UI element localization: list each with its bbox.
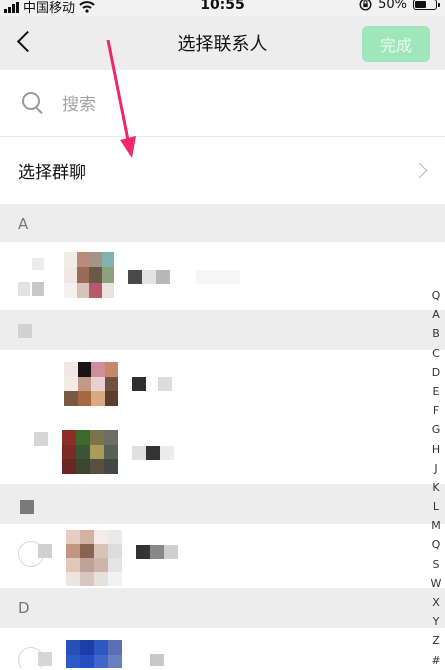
- avatar: [66, 530, 122, 586]
- index-letter[interactable]: #: [426, 651, 445, 670]
- orientation-lock-icon: [359, 0, 372, 11]
- index-letter[interactable]: S: [426, 555, 445, 574]
- pixelated-name: [128, 270, 142, 284]
- select-group-chat-row[interactable]: 选择群聊: [0, 137, 445, 204]
- section-letter: A: [18, 215, 29, 233]
- pixelated-name: [132, 446, 146, 460]
- pixelated-fragment: [18, 282, 30, 296]
- pixelated-fragment: [34, 432, 48, 446]
- avatar: [66, 640, 122, 668]
- index-letter[interactable]: F: [426, 401, 445, 420]
- status-bar: 中国移动 10:55 50%: [0, 0, 445, 16]
- pixelated-fragment: [38, 544, 52, 558]
- search-icon: [22, 92, 40, 110]
- index-letter[interactable]: Z: [426, 631, 445, 650]
- index-letter[interactable]: E: [426, 382, 445, 401]
- pixelated-name: [164, 545, 178, 559]
- pixelated-name: [132, 377, 146, 391]
- pixelated-name: [136, 545, 150, 559]
- index-letter[interactable]: X: [426, 593, 445, 612]
- index-letter[interactable]: M: [426, 516, 445, 535]
- contact-row[interactable]: [0, 414, 445, 484]
- index-letter[interactable]: L: [426, 497, 445, 516]
- index-letter[interactable]: B: [426, 324, 445, 343]
- index-letter[interactable]: C: [426, 344, 445, 363]
- chevron-right-icon: [411, 162, 428, 179]
- pixelated-name: [160, 446, 174, 460]
- index-letter[interactable]: W: [426, 574, 445, 593]
- index-letter[interactable]: D: [426, 363, 445, 382]
- nav-bar: 选择联系人 完成: [0, 16, 445, 70]
- pixelated-letter: [18, 324, 32, 338]
- search-bar[interactable]: 搜索: [0, 70, 445, 137]
- avatar: [64, 362, 118, 406]
- battery-icon: [413, 0, 440, 10]
- index-letter[interactable]: H: [426, 440, 445, 459]
- pixelated-name: [142, 270, 156, 284]
- index-letter[interactable]: G: [426, 420, 445, 439]
- pixelated-name: [196, 270, 240, 284]
- section-header-a: A: [0, 204, 445, 242]
- section-letter: D: [18, 599, 30, 617]
- contact-row[interactable]: [0, 350, 445, 414]
- pixelated-letter: [20, 500, 34, 514]
- section-header-pixelated: [0, 484, 445, 524]
- alphabet-index-bar[interactable]: Q A B C D E F G H J K L M Q S W X Y Z #: [426, 286, 445, 670]
- contact-row[interactable]: [0, 242, 445, 310]
- pixelated-name: [146, 446, 160, 460]
- index-letter[interactable]: J: [426, 459, 445, 478]
- done-button[interactable]: 完成: [362, 26, 430, 62]
- pixelated-name: [150, 545, 164, 559]
- index-letter[interactable]: Q: [426, 535, 445, 554]
- pixelated-name: [156, 270, 170, 284]
- pixelated-name: [150, 654, 164, 666]
- battery-percent: 50%: [378, 0, 407, 12]
- avatar: [64, 252, 114, 298]
- status-right: 50%: [359, 0, 440, 12]
- contact-row[interactable]: [0, 524, 445, 588]
- select-group-chat-label: 选择群聊: [18, 163, 86, 183]
- pixelated-fragment: [32, 258, 44, 270]
- search-placeholder[interactable]: 搜索: [62, 90, 96, 115]
- index-letter[interactable]: A: [426, 305, 445, 324]
- index-letter[interactable]: Y: [426, 612, 445, 631]
- avatar: [62, 430, 118, 474]
- contact-row[interactable]: [0, 628, 445, 668]
- section-header-d: D: [0, 588, 445, 628]
- pixelated-name: [158, 377, 172, 391]
- pixelated-fragment: [32, 282, 44, 296]
- section-header-pixelated: [0, 310, 445, 350]
- index-letter[interactable]: K: [426, 478, 445, 497]
- index-letter[interactable]: Q: [426, 286, 445, 305]
- pixelated-fragment: [38, 652, 52, 666]
